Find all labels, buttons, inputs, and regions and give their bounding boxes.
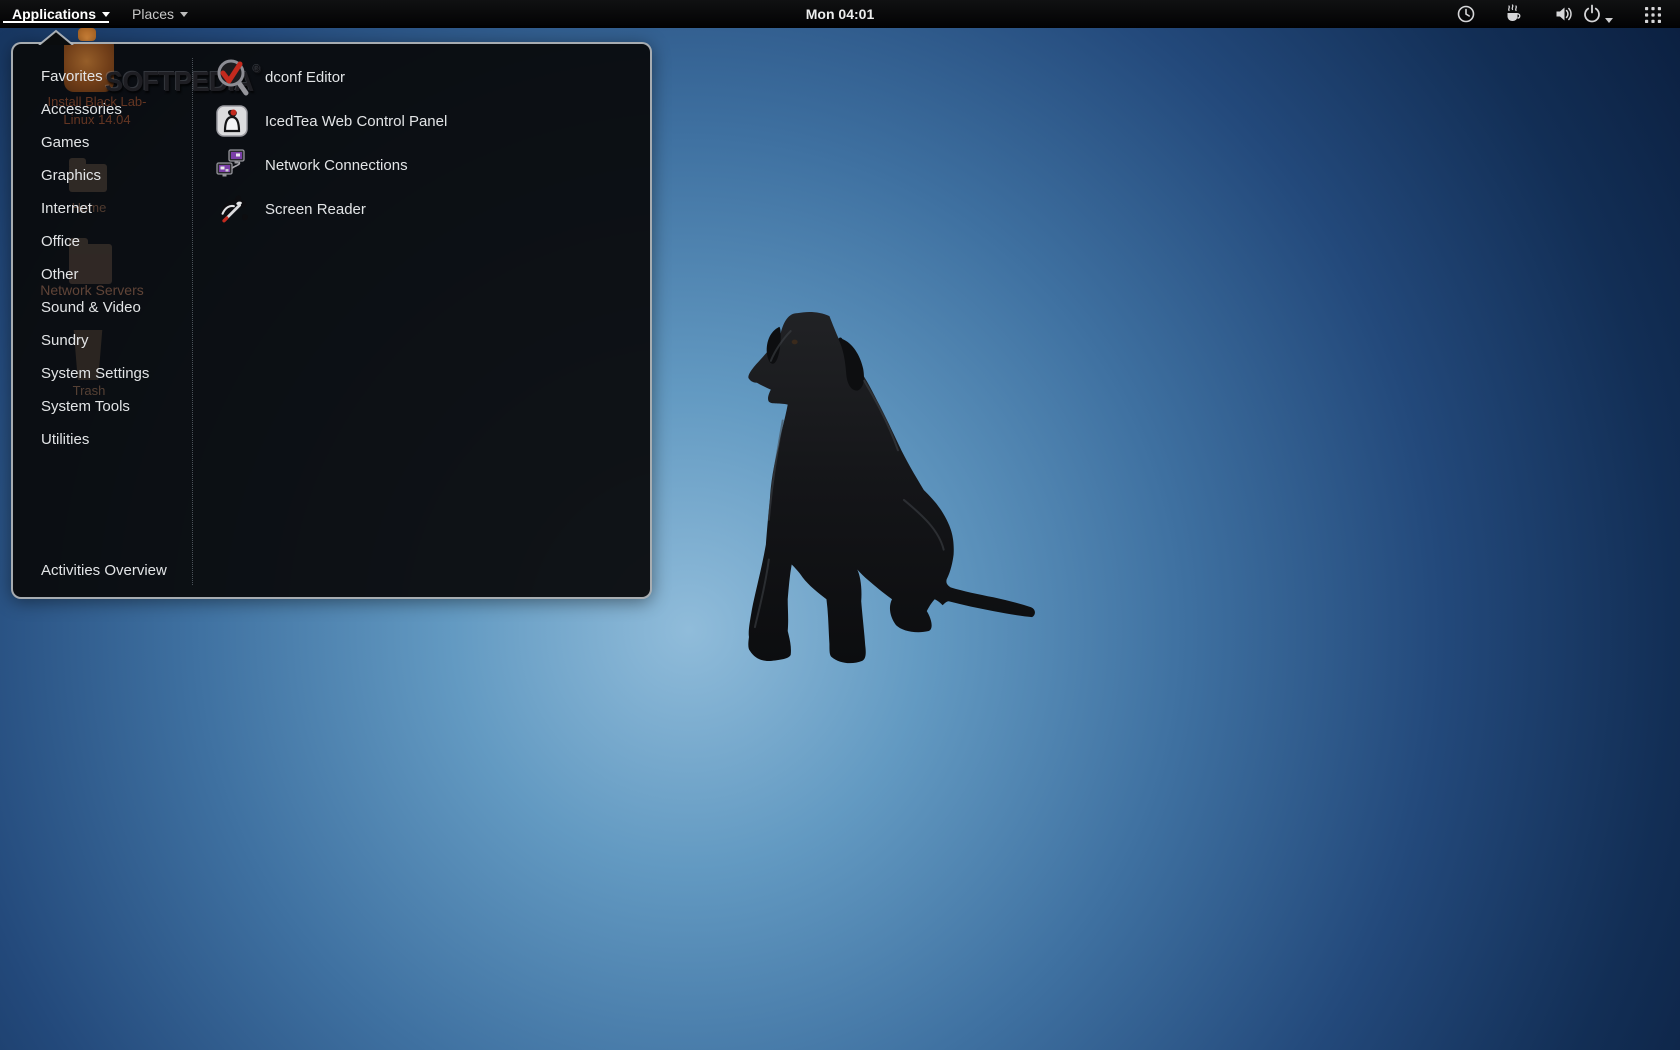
power-icon[interactable] [1581, 3, 1603, 25]
screen-reader-icon [215, 192, 249, 226]
category-sundry[interactable]: Sundry [13, 324, 191, 357]
icedtea-web-icon [215, 104, 249, 138]
category-system-tools[interactable]: System Tools [13, 390, 191, 423]
app-item-network-connections[interactable]: Network Connections [204, 143, 642, 187]
wallpaper-dog-image [745, 310, 1043, 675]
category-internet[interactable]: Internet [13, 192, 191, 225]
apps-grid-icon[interactable] [1642, 3, 1664, 25]
desktop-root: { "topbar": { "applications": "Applicati… [0, 0, 1680, 1050]
clock-label[interactable]: Mon 04:01 [0, 0, 1680, 28]
dconf-editor-icon [215, 60, 249, 94]
volume-icon[interactable] [1553, 3, 1575, 25]
applications-menu-popup: Install Black Lab- Linux 14.04 Home Netw… [11, 42, 652, 599]
install-cd-icon [78, 28, 96, 41]
category-utilities[interactable]: Utilities [13, 423, 191, 456]
app-label: dconf Editor [265, 69, 345, 86]
category-system-settings[interactable]: System Settings [13, 357, 191, 390]
menu-column-separator [192, 58, 193, 585]
clock-icon[interactable] [1455, 3, 1477, 25]
menu-pointer-arrow [38, 29, 74, 50]
category-sound-video[interactable]: Sound & Video [13, 291, 191, 324]
app-item-screen-reader[interactable]: Screen Reader [204, 187, 642, 231]
app-item-dconf-editor[interactable]: dconf Editor [204, 55, 642, 99]
category-office[interactable]: Office [13, 225, 191, 258]
app-list: dconf Editor IcedTea Web Control Panel [204, 55, 642, 231]
app-item-icedtea-web-control-panel[interactable]: IcedTea Web Control Panel [204, 99, 642, 143]
category-other[interactable]: Other [13, 258, 191, 291]
app-label: IcedTea Web Control Panel [265, 113, 447, 130]
category-graphics[interactable]: Graphics [13, 159, 191, 192]
caffeine-coffee-icon[interactable] [1503, 3, 1525, 25]
category-games[interactable]: Games [13, 126, 191, 159]
network-connections-icon [215, 148, 249, 182]
category-favorites[interactable]: Favorites [13, 60, 191, 93]
top-bar: Applications Places Mon 04:01 [0, 0, 1680, 28]
category-list: Favorites Accessories Games Graphics Int… [13, 60, 191, 456]
power-menu-caret-icon[interactable] [1605, 10, 1613, 32]
app-label: Network Connections [265, 157, 408, 174]
app-label: Screen Reader [265, 201, 366, 218]
activities-overview-button[interactable]: Activities Overview [13, 554, 167, 587]
category-accessories[interactable]: Accessories [13, 93, 191, 126]
